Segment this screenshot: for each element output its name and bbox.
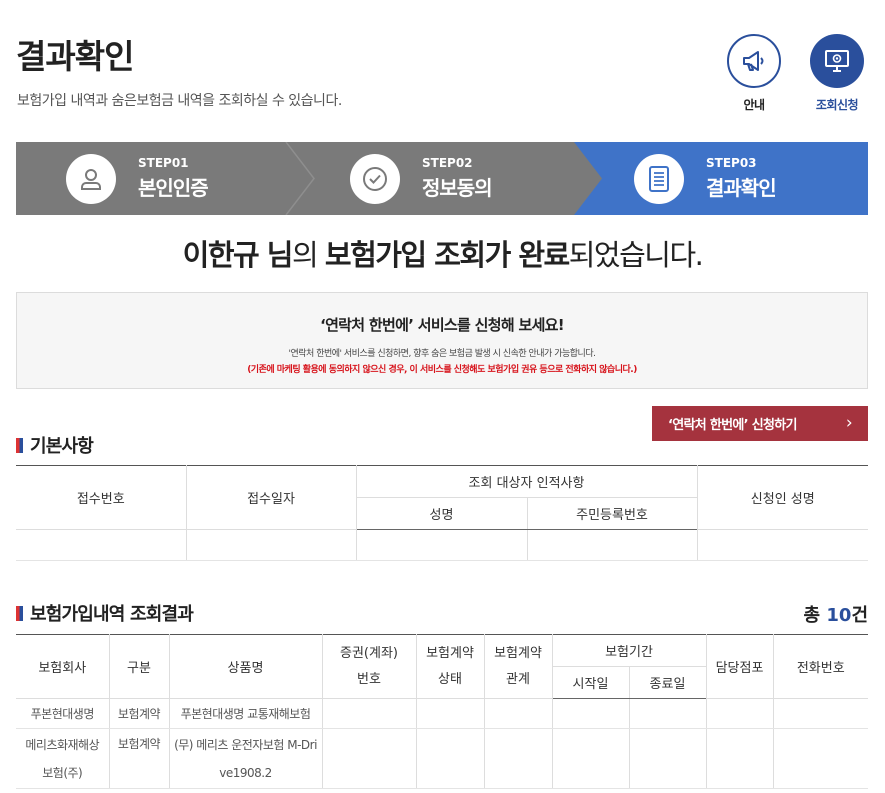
policy-number-cell bbox=[322, 728, 417, 789]
honorific: 님 bbox=[258, 238, 294, 272]
product-cell: (무) 메리츠 운전자보험 M-Dri ve1908.2 bbox=[169, 728, 323, 789]
notice-description: '연락처 한번에' 서비스를 신청하면, 향후 숨은 보험금 발생 시 신속한 … bbox=[288, 349, 596, 359]
name-cell bbox=[356, 529, 528, 561]
contract-status-cell bbox=[416, 698, 485, 729]
branch-cell bbox=[706, 728, 774, 789]
company-cell: 푸본현대생명 bbox=[16, 698, 110, 729]
chevron-right-icon: › bbox=[845, 413, 853, 433]
contract-status-header: 보험계약 상태 bbox=[416, 634, 485, 699]
notice-warning: (기존에 마케팅 활용에 동의하지 않으신 경우, 이 서비스를 신청해도 보험… bbox=[247, 365, 637, 375]
step-name: 본인인증 bbox=[138, 176, 209, 200]
product-header: 상품명 bbox=[169, 634, 323, 699]
particle: 의 bbox=[291, 238, 325, 272]
end-date-header: 종료일 bbox=[629, 666, 707, 699]
person-icon bbox=[66, 153, 116, 204]
policy-number-header: 증권(계좌) 번호 bbox=[322, 634, 417, 699]
contract-relation-cell bbox=[484, 698, 553, 729]
apply-button-label: ‘연락처 한번에’ 신청하기 bbox=[668, 418, 797, 433]
company-cell: 메리츠화재해상 보험(주) bbox=[16, 728, 110, 789]
step-information-consent: STEP02 정보동의 bbox=[350, 142, 493, 215]
completion-message: 이한규 님의 보험가입 조회가 완료되었습니다. bbox=[0, 232, 885, 274]
applicant-name-cell bbox=[697, 529, 868, 561]
guide-button[interactable]: 안내 bbox=[714, 34, 794, 113]
completion-tail: 되었습니다. bbox=[568, 238, 704, 272]
category-cell: 보험계약 bbox=[109, 728, 170, 789]
category-header: 구분 bbox=[109, 634, 170, 699]
rrn-cell bbox=[527, 529, 698, 561]
category-cell: 보험계약 bbox=[109, 698, 170, 729]
step-name: 정보동의 bbox=[422, 176, 493, 200]
rrn-header: 주민등록번호 bbox=[527, 497, 698, 530]
phone-header: 전화번호 bbox=[773, 634, 868, 699]
receipt-number-cell bbox=[16, 529, 187, 561]
step-number: STEP01 bbox=[138, 156, 189, 170]
section-title-text: 보험가입내역 조회결과 bbox=[30, 604, 194, 625]
section-marker-icon bbox=[16, 605, 23, 621]
table-row: 메리츠화재해상 보험(주) 보험계약 (무) 메리츠 운전자보험 M-Dri ve1… bbox=[16, 728, 868, 789]
start-date-cell bbox=[552, 728, 630, 789]
section-title-text: 기본사항 bbox=[30, 436, 94, 457]
step-result-check: STEP03 결과확인 bbox=[634, 142, 777, 215]
applicant-name-header: 신청인 성명 bbox=[697, 465, 868, 530]
name-header: 성명 bbox=[356, 497, 528, 530]
total-prefix: 총 bbox=[803, 605, 827, 626]
contact-service-apply-button[interactable]: ‘연락처 한번에’ 신청하기 › bbox=[652, 406, 868, 441]
branch-header: 담당점포 bbox=[706, 634, 774, 699]
company-header: 보험회사 bbox=[16, 634, 110, 699]
inquiry-request-label: 조회신청 bbox=[815, 98, 859, 112]
check-circle-icon bbox=[350, 153, 400, 204]
table-row: 푸본현대생명 보험계약 푸본현대생명 교통재해보험 bbox=[16, 698, 868, 729]
page-title: 결과확인 bbox=[16, 37, 134, 76]
inquiry-request-button[interactable]: 조회신청 bbox=[797, 34, 877, 113]
phone-cell bbox=[773, 728, 868, 789]
product-cell: 푸본현대생명 교통재해보험 bbox=[169, 698, 323, 729]
page-subtitle: 보험가입 내역과 숨은보험금 내역을 조회하실 수 있습니다. bbox=[17, 93, 342, 109]
insurance-period-header: 보험기간 bbox=[552, 634, 707, 667]
notice-heading: ‘연락처 한번에’ 서비스를 신청해 보세요! bbox=[320, 316, 565, 334]
total-suffix: 건 bbox=[851, 605, 868, 626]
contact-service-notice: ‘연락처 한번에’ 서비스를 신청해 보세요! '연락처 한번에' 서비스를 신… bbox=[16, 292, 868, 389]
step-number: STEP03 bbox=[706, 156, 757, 170]
insurance-result-section-title: 보험가입내역 조회결과 bbox=[16, 600, 194, 626]
user-name: 이한규 bbox=[182, 238, 260, 272]
completion-highlight: 보험가입 조회가 완료 bbox=[324, 238, 570, 272]
guide-label: 안내 bbox=[743, 98, 765, 112]
receipt-date-cell bbox=[186, 529, 357, 561]
receipt-number-header: 접수번호 bbox=[16, 465, 187, 530]
total-count-number: 10 bbox=[826, 605, 852, 626]
contract-status-cell bbox=[416, 728, 485, 789]
step-number: STEP02 bbox=[422, 156, 473, 170]
end-date-cell bbox=[629, 728, 707, 789]
end-date-cell bbox=[629, 698, 707, 729]
megaphone-icon bbox=[727, 34, 781, 88]
step-name: 결과확인 bbox=[706, 176, 777, 200]
basic-info-table: 접수번호 접수일자 조회 대상자 인적사항 신청인 성명 성명 주민등록번호 bbox=[16, 465, 868, 561]
basic-info-section-title: 기본사항 bbox=[16, 432, 94, 458]
table-row bbox=[16, 529, 868, 561]
start-date-cell bbox=[552, 698, 630, 729]
step-identity-verification: STEP01 본인인증 bbox=[66, 142, 209, 215]
insurance-result-table: 보험회사 구분 상품명 증권(계좌) 번호 보험계약 상태 보험계약 관계 보험기간 … bbox=[16, 634, 868, 789]
phone-cell bbox=[773, 698, 868, 729]
receipt-date-header: 접수일자 bbox=[186, 465, 357, 530]
step-progress-bar: STEP01 본인인증 STEP02 정보동의 STEP03 결과확인 bbox=[16, 142, 868, 215]
contract-relation-header: 보험계약 관계 bbox=[484, 634, 553, 699]
monitor-icon bbox=[810, 34, 864, 88]
policy-number-cell bbox=[322, 698, 417, 729]
contract-relation-cell bbox=[484, 728, 553, 789]
section-marker-icon bbox=[16, 437, 23, 453]
total-count: 총 10건 bbox=[804, 601, 868, 627]
subject-info-header: 조회 대상자 인적사항 bbox=[356, 465, 698, 498]
branch-cell bbox=[706, 698, 774, 729]
document-icon bbox=[634, 153, 684, 204]
start-date-header: 시작일 bbox=[552, 666, 630, 699]
